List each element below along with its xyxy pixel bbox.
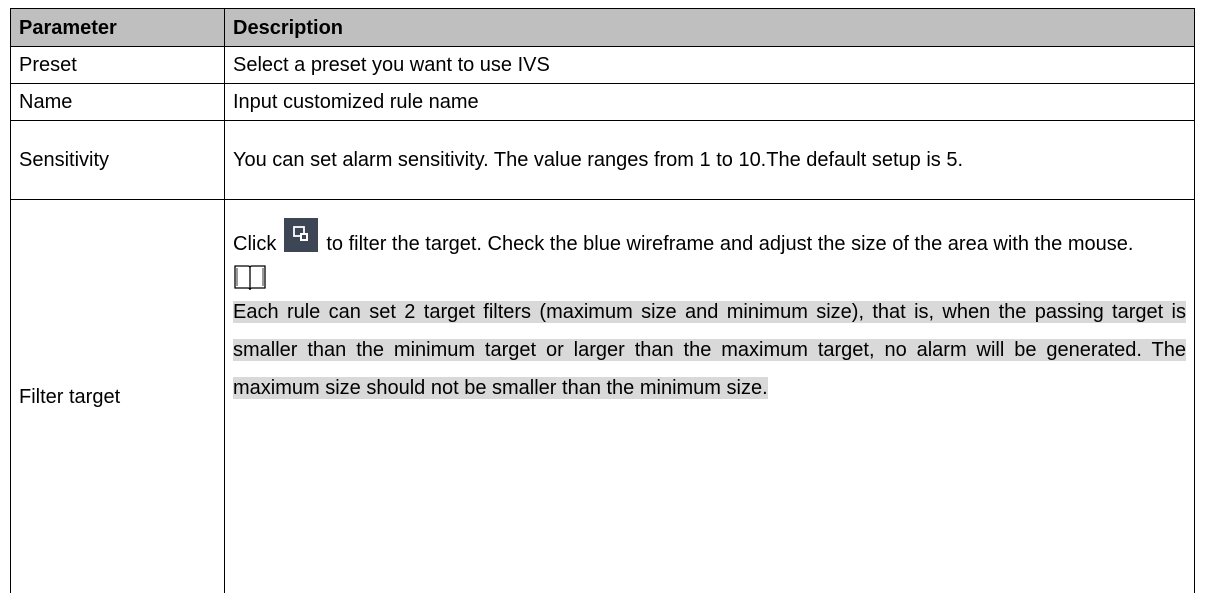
filter-target-icon: [284, 218, 318, 252]
parameter-cell: Filter target: [11, 200, 225, 593]
table-row: Name Input customized rule name: [11, 84, 1195, 121]
description-cell: Select a preset you want to use IVS: [225, 47, 1195, 84]
description-cell: Input customized rule name: [225, 84, 1195, 121]
column-header-parameter: Parameter: [11, 9, 225, 47]
table-header-row: Parameter Description: [11, 9, 1195, 47]
description-cell: You can set alarm sensitivity. The value…: [225, 121, 1195, 200]
filter-instruction: Click to filter the target. Check the blu…: [233, 218, 1186, 263]
document-page: Parameter Description Preset Select a pr…: [0, 0, 1209, 562]
description-cell: Click to filter the target. Check the blu…: [225, 200, 1195, 593]
column-header-description: Description: [225, 9, 1195, 47]
parameter-cell: Sensitivity: [11, 121, 225, 200]
parameter-table: Parameter Description Preset Select a pr…: [10, 8, 1195, 593]
instruction-rest: to filter the target. Check the blue wir…: [326, 233, 1133, 255]
table-row: Sensitivity You can set alarm sensitivit…: [11, 121, 1195, 200]
note-highlight: Each rule can set 2 target filters (maxi…: [233, 301, 1186, 399]
table-row: Filter target Click to filter the target.…: [11, 200, 1195, 593]
table-row: Preset Select a preset you want to use I…: [11, 47, 1195, 84]
parameter-cell: Preset: [11, 47, 225, 84]
book-icon: [233, 263, 267, 291]
parameter-cell: Name: [11, 84, 225, 121]
instruction-click: Click: [233, 233, 276, 255]
note-text: Each rule can set 2 target filters (maxi…: [233, 293, 1186, 407]
